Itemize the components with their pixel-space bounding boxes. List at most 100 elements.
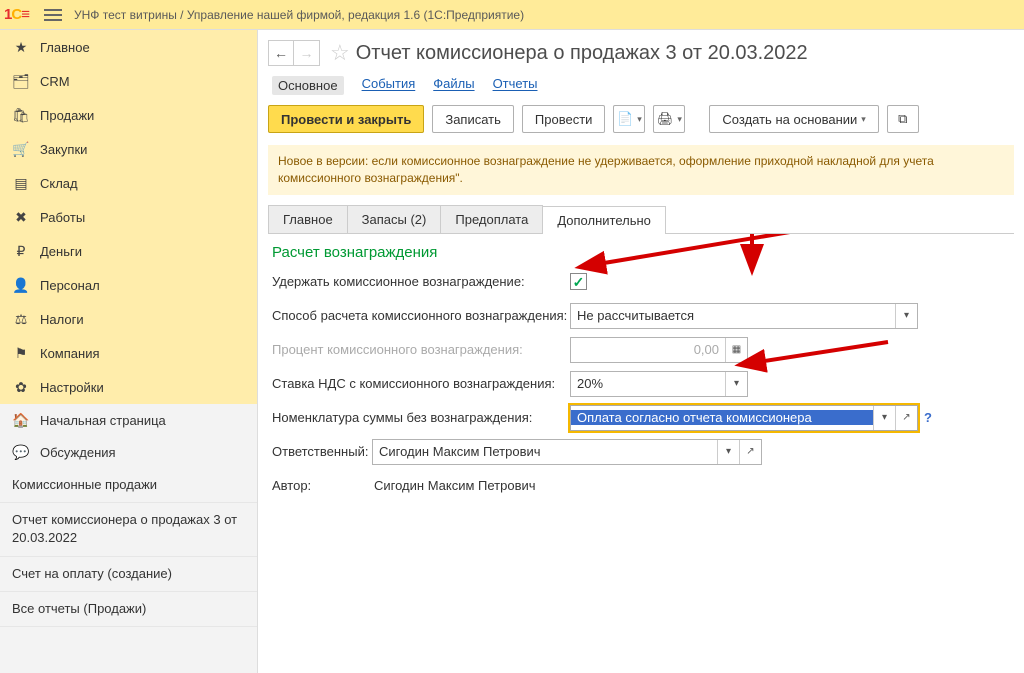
emblem-icon: ⚖ [12,311,30,328]
help-icon[interactable]: ? [924,410,932,425]
print-dropdown-button[interactable]: 🖨▾ [653,105,685,133]
label-vat-rate: Ставка НДС с комиссионного вознаграждени… [272,376,570,391]
sidebar-item-personnel[interactable]: 👤 Персонал [0,268,257,302]
select-calc-method[interactable]: Не рассчитывается ▾ [570,303,918,329]
structure-button[interactable]: ⧉ [887,105,919,133]
select-nomenclature[interactable]: Оплата согласно отчета комиссионера ▾ ↗ [570,405,918,431]
label-calc-method: Способ расчета комиссионного вознагражде… [272,308,570,323]
logo-1c: 1С≡ [4,5,38,25]
save-button[interactable]: Записать [432,105,514,133]
calc-icon[interactable]: ▦ [725,338,747,362]
person-icon: 👤 [12,277,30,294]
back-button[interactable]: ← [268,40,294,66]
titlebar: 1С≡ УНФ тест витрины / Управление нашей … [0,0,1024,30]
favorite-star-icon[interactable]: ☆ [330,40,350,66]
chevron-down-icon[interactable]: ▾ [873,406,895,430]
section-subtabs: Основное События Файлы Отчеты [258,72,1024,105]
checkbox-hold-commission[interactable]: ✓ [570,273,587,290]
sidebar-item-settings[interactable]: ✿ Настройки [0,370,257,404]
home-icon: 🏠 [12,412,30,429]
sidebar-item-money[interactable]: ₽ Деньги [0,234,257,268]
ruble-icon: ₽ [12,243,30,260]
subtab-main[interactable]: Основное [272,76,344,95]
subtab-reports[interactable]: Отчеты [493,76,538,95]
sidebar-item-company[interactable]: ⚑ Компания [0,336,257,370]
value-author: Сигодин Максим Петрович [372,478,536,493]
sidebar-item-label: Закупки [40,142,87,157]
label-author: Автор: [272,478,372,493]
link-icon: ⧉ [898,111,907,127]
doc-dropdown-button[interactable]: 📄▾ [613,105,645,133]
sidebar-item-works[interactable]: ✖ Работы [0,200,257,234]
create-based-on-button[interactable]: Создать на основании▾ [709,105,878,133]
gear-icon: ✿ [12,379,30,396]
tab-stocks[interactable]: Запасы (2) [347,205,442,233]
chat-icon: 💬 [12,444,30,461]
box-icon: 🛒 [12,141,30,158]
sidebar-item-taxes[interactable]: ⚖ Налоги [0,302,257,336]
label-responsible: Ответственный: [272,444,372,459]
sidebar-item-label: CRM [40,74,70,89]
sidebar-lower: 🏠 Начальная страница 💬 Обсуждения Комиссио… [0,404,257,673]
form-additional: Расчет вознаграждения Удержать комиссион… [258,234,1024,515]
flag-icon: ⚑ [12,345,30,362]
sidebar-item-label: Начальная страница [40,413,166,428]
post-button[interactable]: Провести [522,105,606,133]
toolbar: Провести и закрыть Записать Провести 📄▾ … [258,105,1024,145]
menu-icon[interactable] [42,6,64,24]
document-title: Отчет комиссионера о продажах 3 от 20.03… [356,42,808,65]
open-icon[interactable]: ↗ [739,440,761,464]
sidebar-link-allreports[interactable]: Все отчеты (Продажи) [0,592,257,627]
sidebar-item-label: Склад [40,176,78,191]
subtab-events[interactable]: События [362,76,416,95]
post-and-close-button[interactable]: Провести и закрыть [268,105,424,133]
sidebar-item-discussions[interactable]: 💬 Обсуждения [0,436,257,468]
input-percent[interactable]: 0,00 ▦ [570,337,748,363]
label-hold-commission: Удержать комиссионное вознаграждение: [272,274,570,289]
printer-icon: 🖨 [657,111,674,127]
info-banner: Новое в версии: если комиссионное вознаг… [268,145,1014,195]
chevron-down-icon[interactable]: ▾ [725,372,747,396]
sidebar-item-label: Работы [40,210,85,225]
sidebar-link-report[interactable]: Отчет комиссионера о продажах 3 от 20.03… [0,503,257,556]
chevron-down-icon[interactable]: ▾ [717,440,739,464]
sidebar-item-label: Настройки [40,380,104,395]
sidebar-item-label: Главное [40,40,90,55]
sidebar: ★ Главное 🗂 CRM 🛍 Продажи 🛒 Закупки ▤ Склад ✖… [0,30,258,673]
sidebar-item-label: Деньги [40,244,82,259]
tab-prepayment[interactable]: Предоплата [440,205,543,233]
sidebar-item-label: Персонал [40,278,100,293]
subtab-files[interactable]: Файлы [433,76,474,95]
label-nomenclature: Номенклатура суммы без вознаграждения: [272,410,570,425]
forward-button[interactable]: → [294,40,320,66]
card-icon: 🗂 [12,73,30,90]
warehouse-icon: ▤ [12,175,30,192]
window-title: УНФ тест витрины / Управление нашей фирм… [74,8,524,22]
main-area: ← → ☆ Отчет комиссионера о продажах 3 от… [258,30,1024,673]
sidebar-item-label: Налоги [40,312,84,327]
sidebar-link-invoice[interactable]: Счет на оплату (создание) [0,557,257,592]
document-icon: 📄 [617,111,633,127]
sidebar-item-label: Продажи [40,108,94,123]
select-vat-rate[interactable]: 20% ▾ [570,371,748,397]
sidebar-item-label: Компания [40,346,100,361]
select-responsible[interactable]: Сигодин Максим Петрович ▾ ↗ [372,439,762,465]
tab-additional[interactable]: Дополнительно [542,206,666,234]
star-icon: ★ [12,39,30,56]
tabs: Главное Запасы (2) Предоплата Дополнител… [268,205,1014,234]
tools-icon: ✖ [12,209,30,226]
sidebar-item-warehouse[interactable]: ▤ Склад [0,166,257,200]
sidebar-item-purchases[interactable]: 🛒 Закупки [0,132,257,166]
check-icon: ✓ [573,275,585,289]
open-icon[interactable]: ↗ [895,406,917,430]
label-percent: Процент комиссионного вознаграждения: [272,342,570,357]
sidebar-link-commission[interactable]: Комиссионные продажи [0,468,257,503]
sidebar-item-label: Обсуждения [40,445,116,460]
cart-icon: 🛍 [12,107,30,124]
chevron-down-icon[interactable]: ▾ [895,304,917,328]
tab-main[interactable]: Главное [268,205,348,233]
sidebar-item-home[interactable]: 🏠 Начальная страница [0,404,257,436]
sidebar-item-main[interactable]: ★ Главное [0,30,257,64]
sidebar-item-crm[interactable]: 🗂 CRM [0,64,257,98]
sidebar-item-sales[interactable]: 🛍 Продажи [0,98,257,132]
